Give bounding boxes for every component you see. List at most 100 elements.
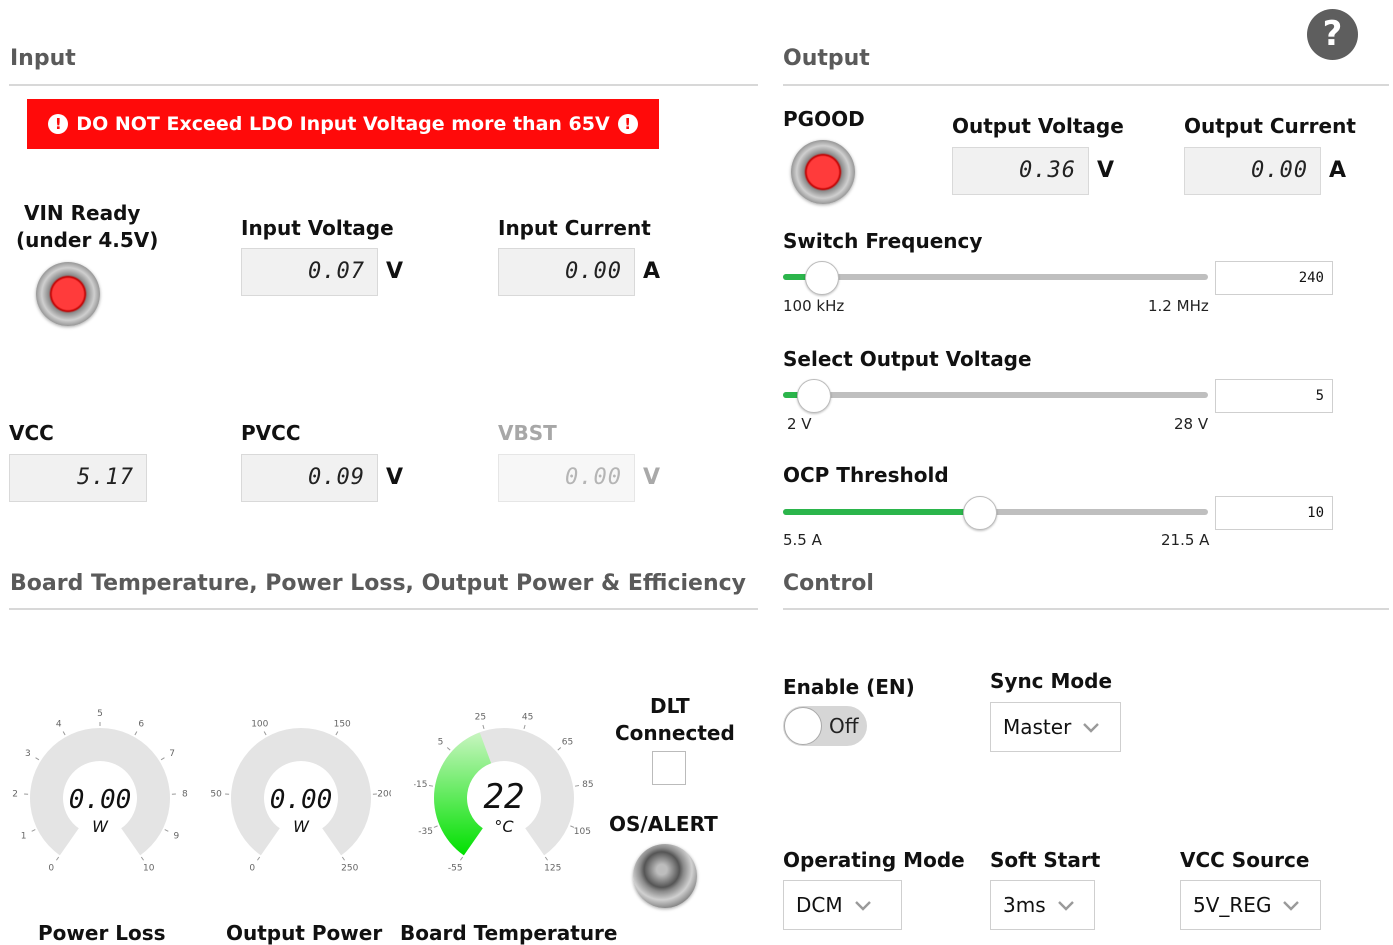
input-divider	[9, 84, 758, 86]
gauge-tick-label: 105	[574, 827, 591, 837]
gauge-tick-label: 8	[182, 790, 188, 800]
os-alert-led	[633, 844, 697, 908]
gauge-tick-label: 5	[438, 737, 444, 747]
output-section-title: Output	[783, 46, 870, 71]
chevron-down-icon	[1083, 723, 1100, 733]
vcc-source-value: 5V_REG	[1193, 893, 1272, 917]
switch-frequency-max-label: 1.2 MHz	[1148, 297, 1209, 315]
operating-mode-value: DCM	[796, 893, 843, 917]
power-loss-title: Power Loss	[38, 921, 166, 945]
board-divider	[9, 608, 758, 610]
output-voltage-input[interactable]: 5	[1215, 379, 1333, 413]
output-voltage-slider-track[interactable]	[783, 392, 1208, 398]
switch-frequency-label: Switch Frequency	[783, 229, 983, 253]
input-current-unit: A	[643, 259, 661, 284]
sync-mode-value: Master	[1003, 715, 1072, 739]
gauge-tick-label: 150	[334, 720, 351, 730]
output-power-gauge: 0 50 100 150 200 250 0.00 W	[211, 720, 391, 874]
ocp-slider-thumb[interactable]	[962, 496, 997, 530]
vcc-readout: 5.17	[9, 454, 147, 502]
gauge-tick-label: 1	[21, 831, 27, 841]
warning-text: DO NOT Exceed LDO Input Voltage more tha…	[76, 113, 610, 135]
gauge-tick-label: -35	[418, 827, 433, 837]
vbst-readout: 0.00	[498, 454, 635, 502]
gauge-tick-label: 2	[12, 790, 18, 800]
gauge-tick-label: 125	[544, 864, 561, 874]
ocp-min-label: 5.5 A	[783, 531, 822, 549]
control-divider	[783, 608, 1389, 610]
gauge-tick-label: 7	[169, 749, 175, 759]
enable-label: Enable (EN)	[783, 675, 915, 699]
gauge-tick	[164, 829, 169, 832]
soft-start-value: 3ms	[1003, 893, 1046, 917]
switch-frequency-min-label: 100 kHz	[783, 297, 845, 315]
sync-mode-label: Sync Mode	[990, 669, 1113, 693]
gauge-tick-label: 85	[582, 780, 593, 790]
output-voltage-slider-thumb[interactable]	[796, 379, 831, 413]
input-voltage-readout: 0.07	[241, 248, 378, 296]
output-voltage-unit: V	[1097, 158, 1115, 183]
switch-frequency-input[interactable]: 240	[1215, 261, 1333, 295]
help-icon[interactable]: ?	[1307, 9, 1358, 60]
vcc-source-select[interactable]: 5V_REG	[1180, 880, 1321, 930]
gauge-tick	[256, 856, 261, 861]
gauge-tick	[35, 757, 40, 761]
gauge-unit: W	[293, 817, 310, 836]
ocp-threshold-input[interactable]: 10	[1215, 496, 1333, 530]
switch-frequency-slider-thumb[interactable]	[805, 261, 840, 295]
gauge-tick-label: 65	[562, 737, 573, 747]
exclamation-icon: !	[48, 114, 69, 134]
board-section-title: Board Temperature, Power Loss, Output Po…	[10, 571, 746, 596]
enable-toggle[interactable]: Off	[783, 706, 867, 746]
gauge-value: 0.00	[69, 785, 132, 815]
output-voltage-label: Output Voltage	[952, 114, 1124, 138]
gauge-tick	[55, 856, 60, 861]
gauge-tick-label: 250	[341, 864, 358, 874]
ocp-slider-fill	[783, 509, 979, 515]
pgood-led	[791, 140, 855, 204]
gauge-tick	[433, 825, 438, 828]
gauge-tick-label: 4	[56, 720, 62, 730]
gauge-tick-label: 25	[475, 712, 486, 722]
board-temperature-title: Board Temperature	[400, 921, 618, 945]
dlt-connected-checkbox[interactable]	[652, 751, 686, 785]
gauge-tick-label: -15	[414, 780, 428, 790]
input-voltage-warning-banner: ! DO NOT Exceed LDO Input Voltage more t…	[27, 99, 659, 149]
gauge-tick	[62, 731, 66, 736]
gauge-unit: W	[92, 817, 109, 836]
soft-start-select[interactable]: 3ms	[990, 880, 1095, 930]
output-voltage-readout: 0.36	[952, 147, 1089, 195]
soft-start-label: Soft Start	[990, 848, 1101, 872]
pvcc-label: PVCC	[241, 421, 301, 445]
pvcc-readout: 0.09	[241, 454, 378, 502]
gauge-tick-label: 200	[377, 790, 391, 800]
gauge-tick	[459, 856, 464, 861]
gauge-tick	[523, 724, 526, 729]
gauge-value: 0.00	[270, 785, 333, 815]
gauge-tick-label: 45	[522, 712, 533, 722]
gauge-tick-label: 50	[211, 790, 222, 800]
dlt-connected-label: Connected	[615, 721, 735, 745]
operating-mode-label: Operating Mode	[783, 848, 965, 872]
gauge-tick	[428, 785, 434, 787]
gauge-tick	[140, 856, 145, 861]
output-voltage-max-label: 28 V	[1174, 415, 1209, 433]
sync-mode-select[interactable]: Master	[990, 702, 1121, 752]
output-current-label: Output Current	[1184, 114, 1356, 138]
gauge-value: 22	[484, 777, 525, 817]
exclamation-icon: !	[617, 114, 638, 134]
vbst-label: VBST	[498, 421, 557, 445]
gauge-tick-label: 0	[48, 864, 54, 874]
vin-ready-label: VIN Ready	[24, 201, 141, 225]
toggle-knob	[784, 707, 822, 745]
gauge-tick-label: 9	[174, 831, 180, 841]
gauge-tick	[557, 747, 562, 751]
operating-mode-select[interactable]: DCM	[783, 880, 902, 930]
switch-frequency-slider-track[interactable]	[783, 274, 1208, 280]
gauge-tick-label: 6	[138, 720, 144, 730]
gauge-tick-label: 3	[25, 749, 31, 759]
gauge-tick	[544, 856, 549, 861]
enable-state: Off	[829, 714, 859, 738]
output-divider	[783, 84, 1389, 86]
gauge-tick	[446, 747, 451, 751]
